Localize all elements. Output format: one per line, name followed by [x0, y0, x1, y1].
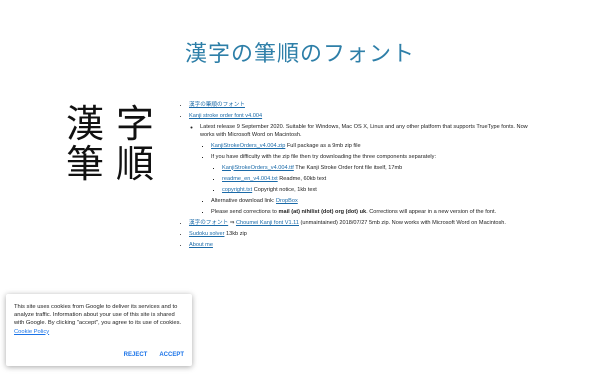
kanji-logo: 漢 字 筆 順	[66, 104, 166, 184]
kanji-stroke-order-jp-link[interactable]: 漢字の筆順のフォント	[189, 102, 245, 108]
components-sublist: KanjiStrokeOrders_v4.004.ttf The Kanji S…	[211, 164, 540, 195]
page-title: 漢字の筆順のフォント	[184, 42, 415, 67]
corrections-prefix: Please send corrections to	[211, 208, 279, 215]
copyright-desc: Copyright notice, 1kb text	[252, 186, 317, 193]
reject-button[interactable]: REJECT	[124, 351, 148, 359]
kanji-char-ji: 字	[116, 102, 155, 146]
difficulty-text: If you have difficulty with the zip file…	[211, 153, 437, 160]
corrections-email: mail (at) nihilist (dot) org (dot) uk	[278, 208, 367, 215]
cookie-policy-link[interactable]: Cookie Policy	[14, 329, 49, 335]
list-item: Please send corrections to mail (at) nih…	[211, 208, 540, 217]
list-item: KanjiStrokeOrders_v4.004.ttf The Kanji S…	[222, 164, 540, 173]
copyright-download-link[interactable]: copyright.txt	[222, 187, 252, 193]
ttf-download-link[interactable]: KanjiStrokeOrders_v4.004.ttf	[222, 165, 294, 171]
ttf-desc: The Kanji Stroke Order font file itself,…	[293, 164, 403, 171]
list-item: readme_en_v4.004.txt Readme, 60kb text	[222, 175, 540, 184]
list-item: About me	[189, 241, 540, 250]
list-item: If you have difficulty with the zip file…	[211, 153, 540, 194]
corrections-suffix: . Corrections will appear in a new versi…	[366, 208, 497, 215]
kanji-font-jp-link[interactable]: 漢字のフォント	[189, 220, 228, 226]
cookie-actions: REJECT ACCEPT	[124, 351, 184, 359]
readme-download-link[interactable]: readme_en_v4.004.txt	[222, 176, 278, 182]
link-list: 漢字の筆順のフォント Kanji stroke order font v4.00…	[180, 101, 540, 250]
kanji-char-hitsu: 筆	[66, 142, 105, 186]
list-item: Kanji stroke order font v4.004 Latest re…	[189, 112, 540, 216]
accept-button[interactable]: ACCEPT	[159, 351, 184, 359]
cookie-banner: This site uses cookies from Google to de…	[6, 294, 192, 366]
release-text: Latest release 9 September 2020. Suitabl…	[200, 123, 528, 139]
sudoku-solver-link[interactable]: Sudoku solver	[189, 231, 224, 237]
choumei-desc: (unmaintained) 2018/07/27 5mb zip. Now w…	[299, 220, 506, 227]
font-v4-link[interactable]: Kanji stroke order font v4.004	[189, 113, 262, 119]
list-item: Sudoku solver 13kb zip	[189, 230, 540, 239]
readme-desc: Readme, 60kb text	[277, 175, 327, 182]
choumei-font-link[interactable]: Choumei Kanji font V1.11	[236, 220, 299, 226]
list-item: copyright.txt Copyright notice, 1kb text	[222, 186, 540, 195]
font-sublist: Latest release 9 September 2020. Suitabl…	[189, 123, 540, 217]
list-item: KanjiStrokeOrders_v4.004.zip Full packag…	[211, 142, 540, 151]
list-item: Latest release 9 September 2020. Suitabl…	[200, 123, 540, 217]
zip-desc: Full package as a 9mb zip file	[285, 142, 361, 149]
about-me-link[interactable]: About me	[189, 242, 213, 248]
arrow-text: ⇒	[228, 220, 236, 227]
sudoku-desc: 13kb zip	[224, 231, 247, 238]
cookie-text: This site uses cookies from Google to de…	[14, 304, 182, 327]
list-item: 漢字の筆順のフォント	[189, 101, 540, 110]
dropbox-link[interactable]: DropBox	[276, 198, 298, 204]
alt-download-prefix: Alternative download link:	[211, 197, 276, 204]
list-item: Alternative download link: DropBox	[211, 197, 540, 206]
download-sublist: KanjiStrokeOrders_v4.004.zip Full packag…	[200, 142, 540, 217]
list-item: 漢字のフォント ⇒ Choumei Kanji font V1.11 (unma…	[189, 219, 540, 228]
kanji-char-jun: 順	[116, 142, 155, 186]
zip-download-link[interactable]: KanjiStrokeOrders_v4.004.zip	[211, 143, 285, 149]
main-content: 漢字の筆順のフォント Kanji stroke order font v4.00…	[180, 101, 540, 252]
kanji-char-kan: 漢	[66, 102, 105, 146]
